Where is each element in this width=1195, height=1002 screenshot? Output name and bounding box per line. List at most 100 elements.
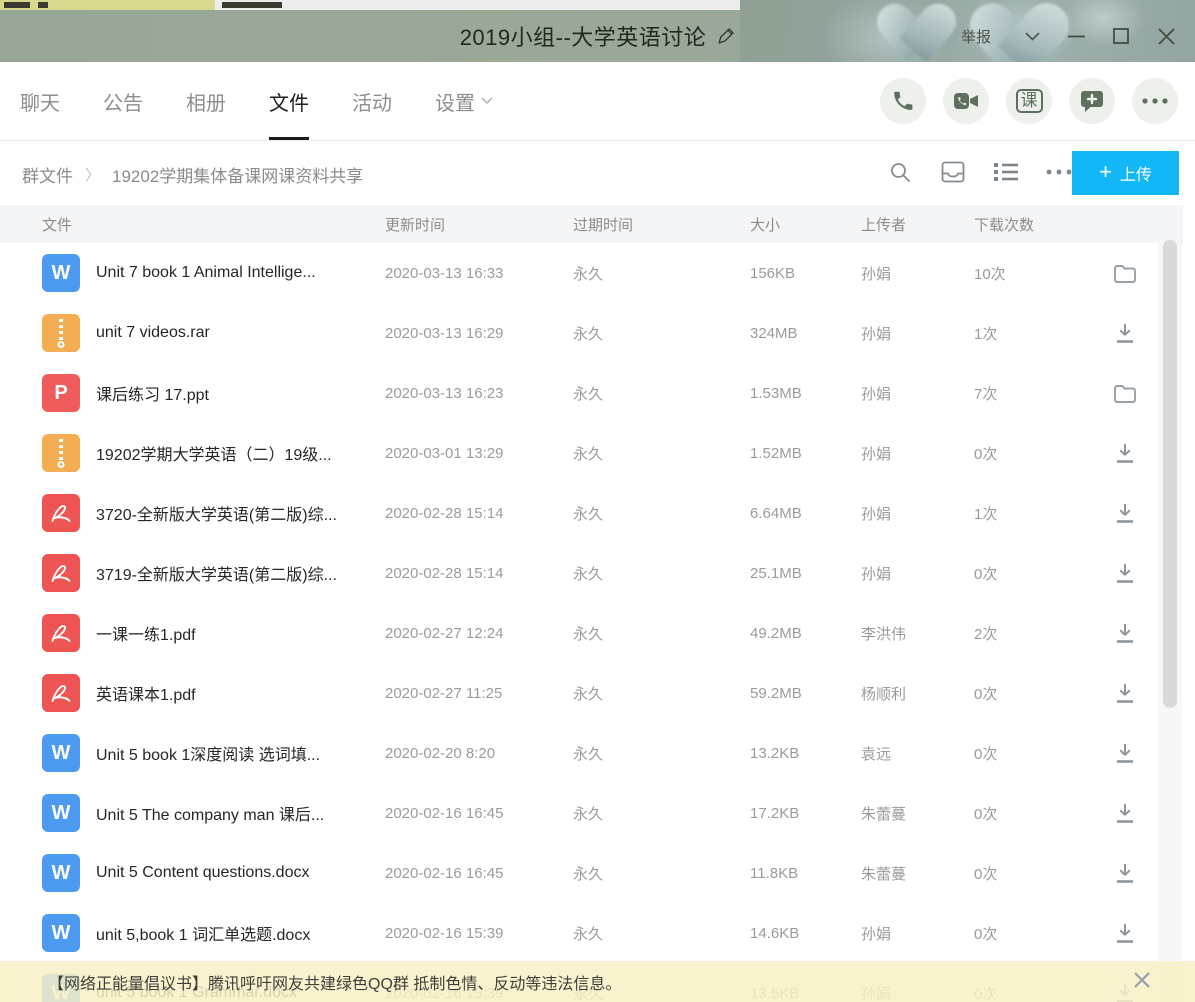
table-header: 文件 更新时间 过期时间 大小 上传者 下载次数 <box>0 205 1183 243</box>
download-icon[interactable] <box>1114 682 1136 704</box>
close-button[interactable] <box>1154 24 1178 48</box>
more-actions-button[interactable] <box>1132 78 1178 124</box>
file-updated-time: 2020-02-20 8:20 <box>385 745 573 762</box>
table-row[interactable]: P 课后练习 17.ppt 2020-03-13 16:23 永久 1.53MB… <box>0 363 1183 423</box>
qq-group-window: 2019小组--大学英语讨论 举报 聊天 公告 相册 文件 活动 设置 <box>0 0 1195 1002</box>
maximize-button[interactable] <box>1109 24 1133 48</box>
file-download-count: 10次 <box>974 263 1105 284</box>
file-expiry: 永久 <box>573 443 750 464</box>
file-expiry: 永久 <box>573 863 750 884</box>
file-updated-time: 2020-02-28 15:14 <box>385 565 573 582</box>
file-uploader: 孙娟 <box>861 383 974 404</box>
download-icon[interactable] <box>1114 322 1136 344</box>
course-button[interactable]: 课 <box>1006 78 1052 124</box>
file-uploader: 朱蕾蔓 <box>861 863 974 884</box>
open-folder-icon[interactable] <box>1113 383 1137 404</box>
file-uploader: 孙娟 <box>861 263 974 284</box>
report-link[interactable]: 举报 <box>961 26 991 47</box>
tab-files[interactable]: 文件 <box>269 62 309 140</box>
chevron-down-icon <box>481 97 493 105</box>
file-name[interactable]: 课后练习 17.ppt <box>96 381 385 405</box>
file-name[interactable]: Unit 5 book 1深度阅读 选词填... <box>96 741 385 765</box>
file-size: 1.52MB <box>750 445 861 462</box>
table-row[interactable]: W Unit 5 Content questions.docx 2020-02-… <box>0 843 1183 903</box>
table-row[interactable]: 一课一练1.pdf 2020-02-27 12:24 永久 49.2MB 李洪伟… <box>0 603 1183 663</box>
file-name[interactable]: 19202学期大学英语（二）19级... <box>96 441 385 465</box>
breadcrumb-root[interactable]: 群文件 <box>22 162 73 187</box>
inbox-tray-icon[interactable] <box>940 159 966 185</box>
file-uploader: 袁远 <box>861 743 974 764</box>
download-icon[interactable] <box>1114 742 1136 764</box>
minimize-button[interactable] <box>1064 24 1088 48</box>
file-updated-time: 2020-03-13 16:23 <box>385 385 573 402</box>
banner-close-icon[interactable] <box>1133 971 1153 991</box>
download-icon[interactable] <box>1114 502 1136 524</box>
file-updated-time: 2020-02-27 12:24 <box>385 625 573 642</box>
download-icon[interactable] <box>1114 802 1136 824</box>
file-name[interactable]: unit 7 videos.rar <box>96 324 385 342</box>
tab-announcements[interactable]: 公告 <box>103 62 143 140</box>
file-expiry: 永久 <box>573 683 750 704</box>
scrollbar-thumb[interactable] <box>1163 240 1177 708</box>
column-header-size: 大小 <box>750 214 861 235</box>
voice-call-button[interactable] <box>880 78 926 124</box>
file-name[interactable]: 3720-全新版大学英语(第二版)综... <box>96 501 385 525</box>
file-updated-time: 2020-03-01 13:29 <box>385 445 573 462</box>
chevron-down-icon[interactable] <box>1020 24 1044 48</box>
pdf-file-icon <box>42 614 80 652</box>
table-row[interactable]: unit 7 videos.rar 2020-03-13 16:29 永久 32… <box>0 303 1183 363</box>
file-uploader: 孙娟 <box>861 503 974 524</box>
table-row[interactable]: 19202学期大学英语（二）19级... 2020-03-01 13:29 永久… <box>0 423 1183 483</box>
column-header-expires: 过期时间 <box>573 214 750 235</box>
file-download-count: 0次 <box>974 803 1105 824</box>
download-icon[interactable] <box>1114 562 1136 584</box>
file-name[interactable]: 英语课本1.pdf <box>96 681 385 705</box>
edit-title-icon[interactable] <box>716 27 735 46</box>
file-name[interactable]: unit 5,book 1 词汇单选题.docx <box>96 921 385 945</box>
table-row[interactable]: W Unit 5 book 1深度阅读 选词填... 2020-02-20 8:… <box>0 723 1183 783</box>
tab-settings[interactable]: 设置 <box>435 62 493 140</box>
file-name[interactable]: Unit 5 The company man 课后... <box>96 801 385 825</box>
file-expiry: 永久 <box>573 383 750 404</box>
file-size: 156KB <box>750 265 861 282</box>
tab-activities[interactable]: 活动 <box>352 62 392 140</box>
download-icon[interactable] <box>1114 922 1136 944</box>
file-updated-time: 2020-02-16 16:45 <box>385 865 573 882</box>
upload-button[interactable]: + 上传 <box>1072 151 1179 195</box>
word-file-icon: W <box>42 794 80 832</box>
word-file-icon: W <box>42 914 80 952</box>
file-name[interactable]: Unit 7 book 1 Animal Intellige... <box>96 264 385 282</box>
file-expiry: 永久 <box>573 563 750 584</box>
background-window-sliver-yellow <box>0 0 215 10</box>
file-expiry: 永久 <box>573 263 750 284</box>
table-row[interactable]: 英语课本1.pdf 2020-02-27 11:25 永久 59.2MB 杨顺利… <box>0 663 1183 723</box>
plus-icon: + <box>1099 161 1112 183</box>
tab-chat[interactable]: 聊天 <box>20 62 60 140</box>
table-row[interactable]: 3719-全新版大学英语(第二版)综... 2020-02-28 15:14 永… <box>0 543 1183 603</box>
download-icon[interactable] <box>1114 442 1136 464</box>
tab-albums[interactable]: 相册 <box>186 62 226 140</box>
ppt-file-icon: P <box>42 374 80 412</box>
file-name[interactable]: 一课一练1.pdf <box>96 621 385 645</box>
table-row[interactable]: W Unit 5 The company man 课后... 2020-02-1… <box>0 783 1183 843</box>
table-row[interactable]: W Unit 7 book 1 Animal Intellige... 2020… <box>0 243 1183 303</box>
file-name[interactable]: 3719-全新版大学英语(第二版)综... <box>96 561 385 585</box>
more-options-icon[interactable] <box>1046 159 1072 185</box>
breadcrumb-separator: 〉 <box>85 164 100 185</box>
video-call-button[interactable] <box>943 78 989 124</box>
file-name[interactable]: Unit 5 Content questions.docx <box>96 864 385 882</box>
download-icon[interactable] <box>1114 622 1136 644</box>
breadcrumb: 群文件 〉 19202学期集体备课网课资料共享 <box>22 162 363 187</box>
new-topic-button[interactable] <box>1069 78 1115 124</box>
table-row[interactable]: 3720-全新版大学英语(第二版)综... 2020-02-28 15:14 永… <box>0 483 1183 543</box>
column-header-updated: 更新时间 <box>385 214 573 235</box>
search-icon[interactable] <box>887 159 913 185</box>
list-view-icon[interactable] <box>993 159 1019 185</box>
word-file-icon: W <box>42 854 80 892</box>
table-row[interactable]: W unit 5,book 1 词汇单选题.docx 2020-02-16 15… <box>0 903 1183 963</box>
download-icon[interactable] <box>1114 862 1136 884</box>
file-updated-time: 2020-02-27 11:25 <box>385 685 573 702</box>
file-expiry: 永久 <box>573 623 750 644</box>
column-header-file: 文件 <box>42 214 385 235</box>
open-folder-icon[interactable] <box>1113 263 1137 284</box>
